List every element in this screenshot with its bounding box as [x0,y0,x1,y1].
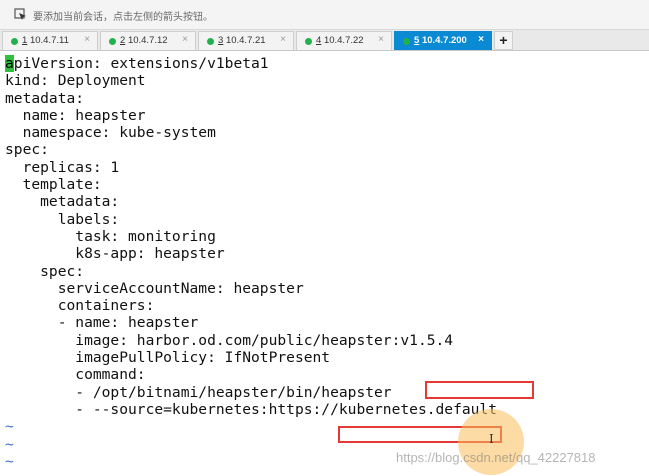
terminal-line: kind: Deployment [5,72,146,90]
terminal-line: containers: [5,297,155,315]
terminal-line: command: [5,366,146,384]
tab-label: 5 10.4.7.200 [414,35,467,46]
close-icon[interactable]: × [378,34,384,45]
connected-status-icon [109,38,116,45]
text-cursor: a [5,55,14,72]
watermark: https://blog.csdn.net/qq_42227818 [396,450,596,465]
terminal-line: name: heapster [5,106,146,124]
terminal-line: - name: heapster [5,314,199,332]
tab-session-1[interactable]: 1 10.4.7.11 × [2,31,98,50]
terminal-line: metadata: [5,193,120,211]
text-pointer-icon: I [489,432,494,446]
terminal-line: template: [5,176,102,194]
tab-session-3[interactable]: 3 10.4.7.21 × [198,31,294,50]
add-tab-button[interactable]: + [494,31,513,50]
terminal-line: spec: [5,141,49,159]
tab-session-5[interactable]: 5 10.4.7.200 × [394,31,492,50]
hint-text: 要添加当前会话，点击左侧的箭头按钮。 [33,12,213,23]
connected-status-icon [403,38,410,45]
tab-label: 2 10.4.7.12 [120,35,168,46]
connected-status-icon [305,38,312,45]
terminal-line: serviceAccountName: heapster [5,279,304,297]
close-icon[interactable]: × [280,34,286,45]
terminal-line: spec: [5,262,85,280]
connected-status-icon [207,38,214,45]
terminal-text: apiVersion: extensions/v1beta1 kind: Depl… [5,55,497,470]
close-icon[interactable]: × [182,34,188,45]
tab-session-4[interactable]: 4 10.4.7.22 × [296,31,392,50]
session-hint-bar: 要添加当前会话，点击左侧的箭头按钮。 [0,0,649,30]
terminal-line: namespace: kube-system [5,124,216,142]
terminal-line: - --source=kubernetes:https://kubernetes… [5,400,498,418]
close-icon[interactable]: × [84,34,90,45]
terminal-line: k8s-app: heapster [5,245,225,263]
tab-label: 1 10.4.7.11 [22,35,69,46]
terminal-pane[interactable]: apiVersion: extensions/v1beta1 kind: Depl… [0,52,649,476]
annotation-box-command [425,381,534,399]
connected-status-icon [11,38,18,45]
tab-label: 3 10.4.7.21 [218,35,266,46]
terminal-line: image: harbor.od.com/public/heapster:v1.… [5,331,454,349]
terminal-line: imagePullPolicy: IfNotPresent [5,349,331,367]
send-session-icon[interactable] [14,8,27,21]
terminal-line: task: monitoring [5,227,216,245]
tab-label: 4 10.4.7.22 [316,35,364,46]
tab-session-2[interactable]: 2 10.4.7.12 × [100,31,196,50]
session-tab-bar: 1 10.4.7.11 × 2 10.4.7.12 × 3 10.4.7.21 … [0,30,649,51]
terminal-line: metadata: [5,89,85,107]
terminal-line: apiVersion: extensions/v1beta1 [5,55,269,72]
close-icon[interactable]: × [478,34,484,45]
terminal-line: - /opt/bitnami/heapster/bin/heapster [5,383,392,401]
terminal-line: replicas: 1 [5,158,120,176]
terminal-line: labels: [5,210,120,228]
